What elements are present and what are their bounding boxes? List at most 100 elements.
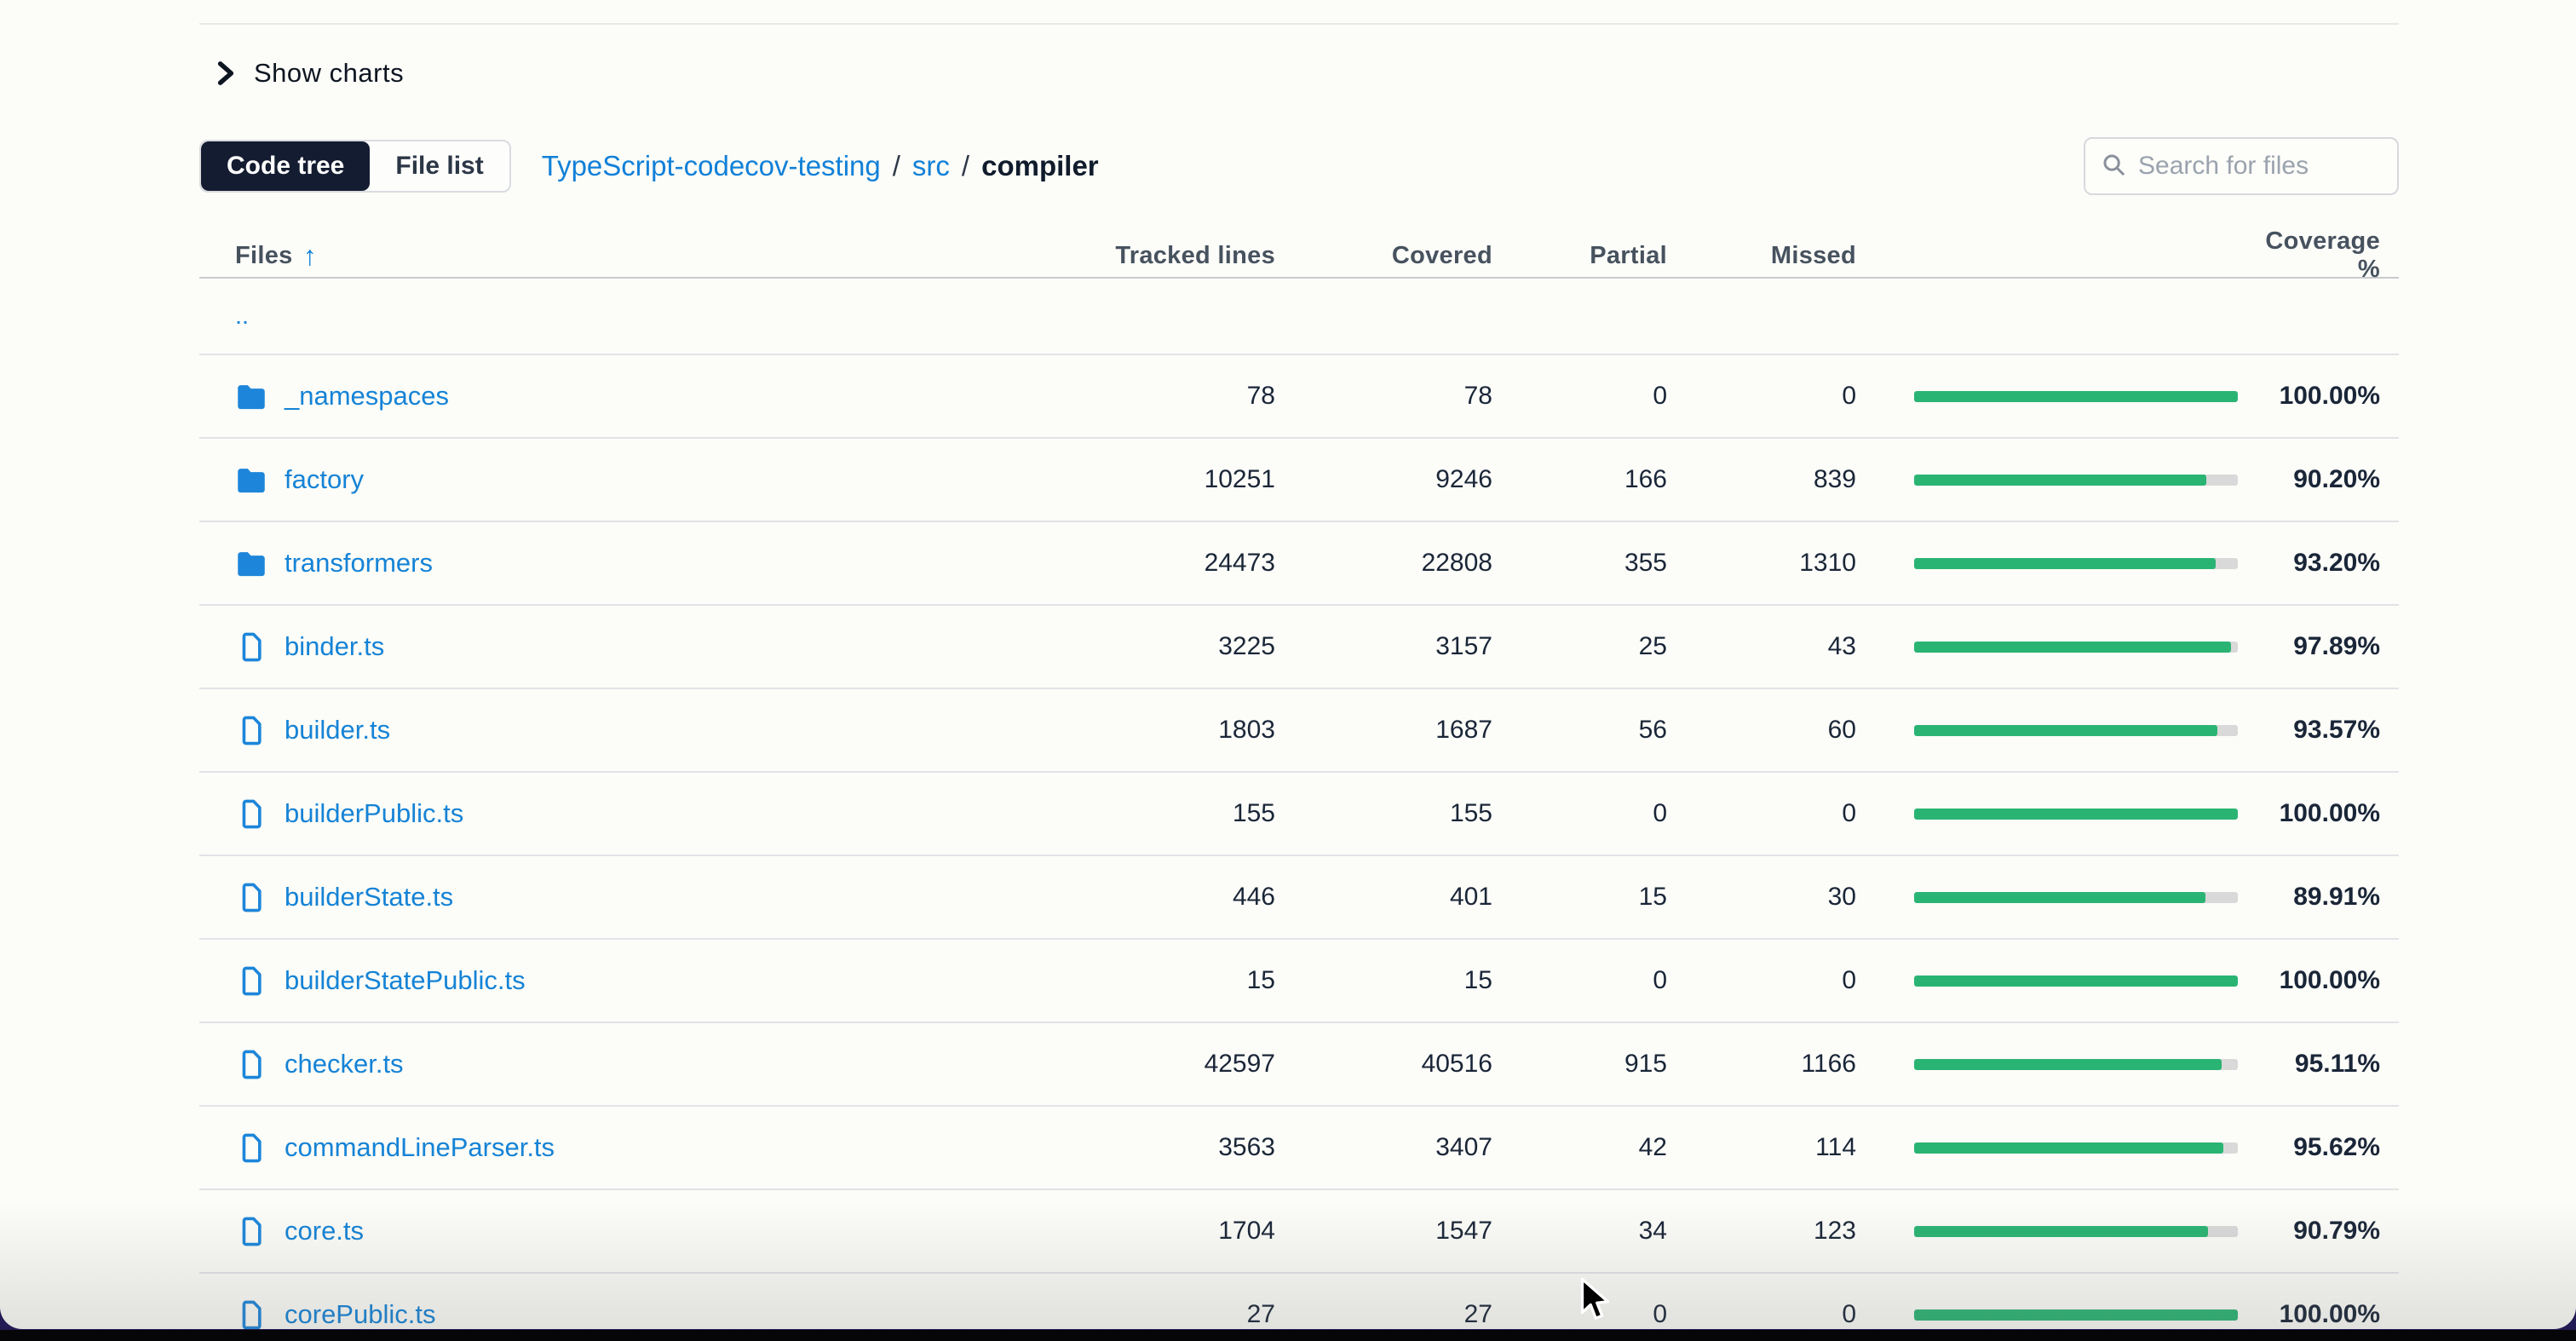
- coverage-bar-fill: [1914, 892, 2205, 903]
- covered-value: 78: [1275, 382, 1492, 411]
- coverage-bar-fill: [1914, 1059, 2222, 1070]
- table-row: builderStatePublic.ts 15 15 0 0 100.00%: [199, 938, 2399, 1022]
- partial-value: 56: [1492, 716, 1667, 745]
- table-row: builder.ts 1803 1687 56 60 93.57%: [199, 688, 2399, 771]
- tracked-lines-value: 1704: [969, 1217, 1275, 1246]
- table-header: Files ↑ Tracked lines Covered Partial Mi…: [199, 227, 2399, 279]
- coverage-percent: 93.20%: [2238, 549, 2380, 578]
- file-link[interactable]: transformers: [285, 548, 433, 578]
- files-column-header[interactable]: Files ↑: [235, 242, 317, 270]
- tracked-lines-value: 15: [969, 966, 1275, 995]
- coverage-bar: [1914, 1226, 2238, 1237]
- file-icon: [235, 882, 267, 913]
- tracked-lines-value: 10251: [969, 465, 1275, 494]
- file-link[interactable]: binder.ts: [285, 631, 384, 662]
- tracked-lines-value: 155: [969, 799, 1275, 828]
- coverage-percent: 89.91%: [2238, 883, 2380, 912]
- covered-value: 27: [1275, 1300, 1492, 1329]
- covered-value: 3407: [1275, 1133, 1492, 1162]
- folder-icon: [235, 550, 267, 577]
- file-icon: [235, 715, 267, 746]
- partial-value: 25: [1492, 632, 1667, 661]
- folder-icon: [235, 383, 267, 410]
- missed-value: 43: [1667, 632, 1856, 661]
- missed-value: 123: [1667, 1217, 1856, 1246]
- partial-value: 166: [1492, 465, 1667, 494]
- missed-value: 0: [1667, 799, 1856, 828]
- partial-column-header[interactable]: Partial: [1492, 242, 1667, 270]
- coverage-bar: [1914, 725, 2238, 736]
- covered-value: 1687: [1275, 716, 1492, 745]
- search-input[interactable]: [2138, 152, 2382, 181]
- missed-value: 1166: [1667, 1050, 1856, 1079]
- coverage-column-header[interactable]: Coverage %: [2238, 227, 2380, 284]
- file-icon: [235, 631, 267, 663]
- breadcrumb-src-link[interactable]: src: [912, 150, 950, 182]
- file-link[interactable]: builderPublic.ts: [285, 798, 463, 829]
- page-content: Show charts Code tree File list TypeScri…: [0, 0, 2576, 1329]
- missed-value: 114: [1667, 1133, 1856, 1162]
- missed-value: 60: [1667, 716, 1856, 745]
- missed-value: 839: [1667, 465, 1856, 494]
- coverage-bar-fill: [1914, 1226, 2208, 1237]
- covered-value: 3157: [1275, 632, 1492, 661]
- coverage-percent: 90.20%: [2238, 465, 2380, 494]
- covered-value: 22808: [1275, 549, 1492, 578]
- breadcrumb-repo-link[interactable]: TypeScript-codecov-testing: [542, 150, 881, 182]
- file-link[interactable]: checker.ts: [285, 1049, 404, 1079]
- coverage-bar: [1914, 391, 2238, 402]
- file-icon: [235, 965, 267, 997]
- covered-value: 9246: [1275, 465, 1492, 494]
- file-icon: [235, 1049, 267, 1080]
- parent-directory-link[interactable]: ..: [235, 302, 249, 331]
- partial-value: 42: [1492, 1133, 1667, 1162]
- partial-value: 0: [1492, 966, 1667, 995]
- file-link[interactable]: corePublic.ts: [285, 1299, 435, 1329]
- search-box: [2084, 137, 2399, 195]
- table-row: commandLineParser.ts 3563 3407 42 114 95…: [199, 1105, 2399, 1188]
- file-link[interactable]: factory: [285, 464, 364, 495]
- table-row: core.ts 1704 1547 34 123 90.79%: [199, 1188, 2399, 1272]
- top-divider: [199, 23, 2399, 25]
- breadcrumb-separator: /: [893, 150, 900, 182]
- coverage-bar-fill: [1914, 475, 2206, 486]
- tracked-lines-value: 27: [969, 1300, 1275, 1329]
- coverage-bar: [1914, 1309, 2238, 1321]
- missed-value: 0: [1667, 382, 1856, 411]
- file-link[interactable]: builderState.ts: [285, 882, 453, 912]
- show-charts-toggle[interactable]: Show charts: [215, 54, 404, 93]
- coverage-bar: [1914, 642, 2238, 653]
- show-charts-label: Show charts: [254, 58, 404, 89]
- coverage-percent: 95.62%: [2238, 1133, 2380, 1162]
- missed-column-header[interactable]: Missed: [1667, 242, 1856, 270]
- tracked-lines-column-header[interactable]: Tracked lines: [969, 242, 1275, 270]
- coverage-percent: 100.00%: [2238, 1300, 2380, 1329]
- table-row: builderState.ts 446 401 15 30 89.91%: [199, 855, 2399, 938]
- coverage-bar: [1914, 1059, 2238, 1070]
- partial-value: 0: [1492, 1300, 1667, 1329]
- file-link[interactable]: core.ts: [285, 1216, 364, 1246]
- partial-value: 0: [1492, 799, 1667, 828]
- tracked-lines-value: 24473: [969, 549, 1275, 578]
- covered-value: 401: [1275, 883, 1492, 912]
- coverage-percent: 100.00%: [2238, 799, 2380, 828]
- coverage-percent: 100.00%: [2238, 966, 2380, 995]
- table-row: corePublic.ts 27 27 0 0 100.00%: [199, 1272, 2399, 1329]
- table-row: builderPublic.ts 155 155 0 0 100.00%: [199, 771, 2399, 855]
- file-link[interactable]: _namespaces: [285, 381, 449, 412]
- file-link[interactable]: commandLineParser.ts: [285, 1132, 555, 1163]
- coverage-bar: [1914, 976, 2238, 987]
- coverage-bar-fill: [1914, 1142, 2223, 1154]
- coverage-percent: 97.89%: [2238, 632, 2380, 661]
- file-link[interactable]: builder.ts: [285, 715, 390, 745]
- partial-value: 15: [1492, 883, 1667, 912]
- covered-column-header[interactable]: Covered: [1275, 242, 1492, 270]
- bottom-black-bar: [0, 1330, 2576, 1341]
- file-list-button[interactable]: File list: [370, 141, 509, 191]
- file-link[interactable]: builderStatePublic.ts: [285, 965, 526, 996]
- code-tree-button[interactable]: Code tree: [201, 141, 370, 191]
- table-row: factory 10251 9246 166 839 90.20%: [199, 437, 2399, 521]
- partial-value: 355: [1492, 549, 1667, 578]
- tracked-lines-value: 446: [969, 883, 1275, 912]
- tracked-lines-value: 1803: [969, 716, 1275, 745]
